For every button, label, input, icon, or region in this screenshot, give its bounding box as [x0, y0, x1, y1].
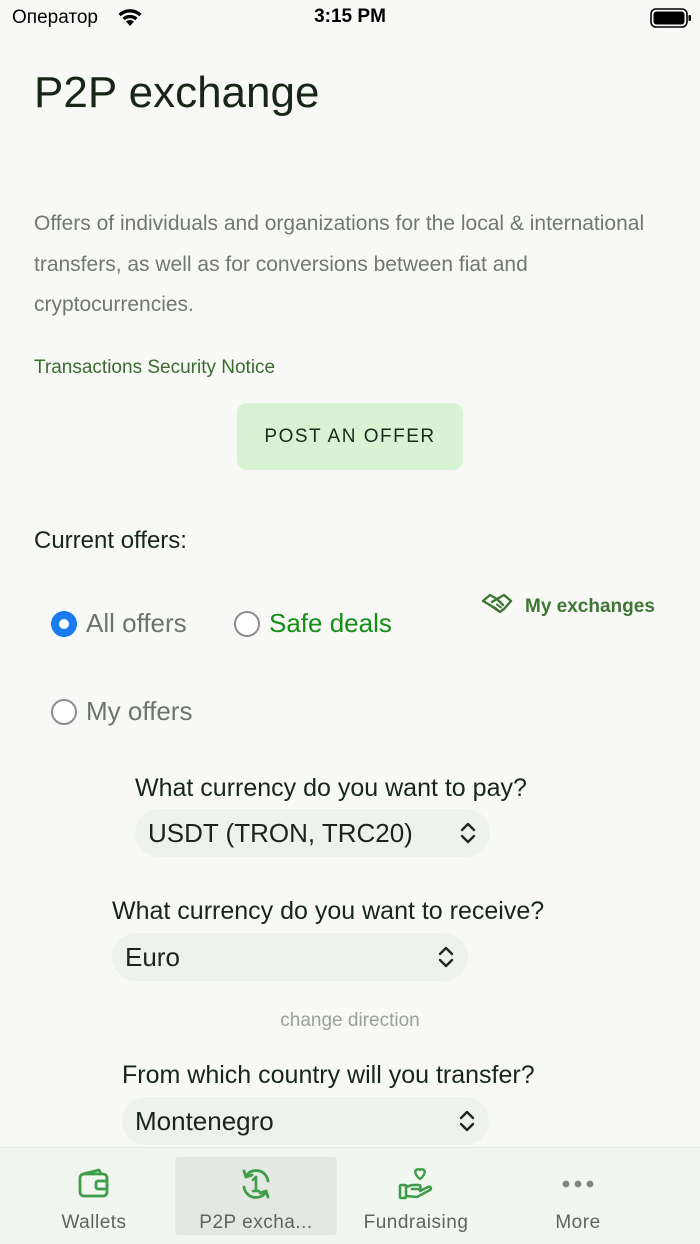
country-select[interactable]: Montenegro	[122, 1097, 489, 1145]
country-value: Montenegro	[135, 1105, 274, 1136]
battery-icon	[650, 8, 692, 33]
tab-p2p-exchange[interactable]: P2P excha...	[175, 1157, 337, 1235]
security-notice-link[interactable]: Transactions Security Notice	[34, 357, 275, 379]
current-offers-heading: Current offers:	[34, 527, 187, 554]
change-direction-link[interactable]: change direction	[0, 1010, 700, 1032]
tab-fundraising[interactable]: Fundraising	[335, 1157, 497, 1235]
handshake-icon	[481, 592, 525, 622]
page-title: P2P exchange	[34, 68, 320, 117]
radio-checked-icon	[51, 610, 77, 637]
radio-safe-deals[interactable]: Safe deals	[234, 608, 392, 639]
bottom-tab-bar: Wallets P2P excha... Fundraising More	[0, 1147, 700, 1244]
pay-currency-label: What currency do you want to pay?	[135, 774, 527, 802]
wallet-icon	[77, 1163, 111, 1205]
receive-currency-select[interactable]: Euro	[112, 933, 468, 981]
radio-all-offers[interactable]: All offers	[51, 608, 187, 639]
status-time: 3:15 PM	[314, 6, 386, 27]
exchange-icon	[238, 1163, 274, 1205]
radio-my-offers-label: My offers	[86, 696, 193, 726]
radio-unchecked-icon	[51, 698, 77, 725]
tab-more[interactable]: More	[497, 1157, 659, 1235]
tab-wallets[interactable]: Wallets	[13, 1157, 175, 1235]
country-label: From which country will you transfer?	[122, 1061, 535, 1089]
post-offer-button[interactable]: POST AN OFFER	[237, 403, 463, 470]
radio-all-offers-label: All offers	[86, 608, 187, 638]
chevron-updown-icon	[457, 1109, 477, 1140]
tab-p2p-exchange-label: P2P excha...	[199, 1212, 313, 1233]
my-exchanges-link[interactable]: My exchanges	[481, 592, 655, 622]
tab-wallets-label: Wallets	[61, 1212, 127, 1233]
chevron-updown-icon	[458, 821, 478, 852]
tab-more-label: More	[555, 1212, 601, 1233]
heart-hand-icon	[397, 1163, 435, 1205]
intro-text: Offers of individuals and organizations …	[34, 212, 645, 316]
receive-currency-label: What currency do you want to receive?	[112, 897, 545, 925]
pay-currency-select[interactable]: USDT (TRON, TRC20)	[135, 809, 490, 857]
more-icon	[561, 1163, 595, 1205]
radio-my-offers[interactable]: My offers	[51, 696, 192, 727]
radio-unchecked-icon	[234, 610, 260, 637]
tab-fundraising-label: Fundraising	[363, 1212, 469, 1233]
receive-currency-value: Euro	[125, 941, 180, 972]
radio-safe-deals-label: Safe deals	[269, 608, 392, 638]
my-exchanges-label: My exchanges	[525, 596, 655, 617]
status-bar: Оператор 3:15 PM	[0, 0, 700, 36]
chevron-updown-icon	[436, 945, 456, 976]
pay-currency-value: USDT (TRON, TRC20)	[148, 817, 413, 848]
